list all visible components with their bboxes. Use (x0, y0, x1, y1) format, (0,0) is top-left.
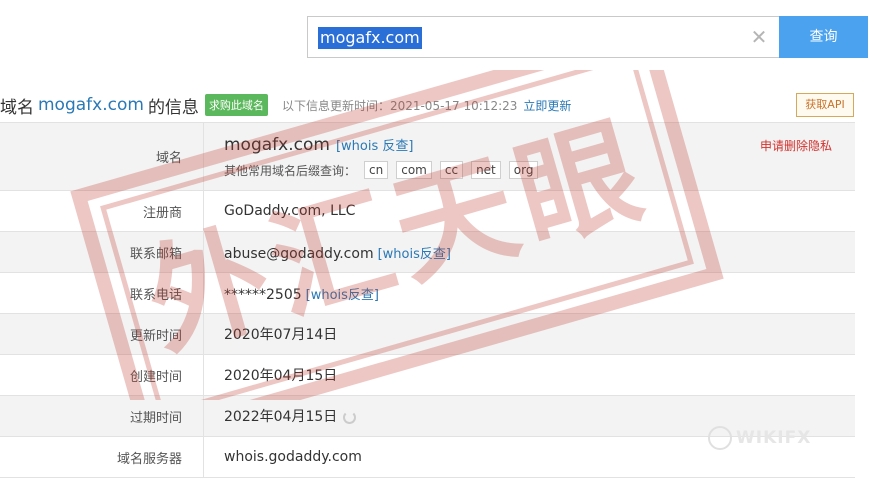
table-row-updated: 更新时间 2020年07月14日 (0, 314, 855, 355)
heading-suffix: 的信息 (147, 97, 199, 118)
row-value: whois.godaddy.com (224, 449, 362, 465)
tld-net-link[interactable]: net (471, 161, 501, 179)
row-label: 注册商 (0, 191, 204, 231)
whois-reverse-link[interactable]: [whois 反查] (336, 135, 414, 154)
row-value: 2020年04月15日 (224, 368, 338, 384)
row-label: 联系邮箱 (0, 232, 204, 272)
get-api-button[interactable]: 获取API (796, 93, 854, 117)
remove-privacy-link[interactable]: 申请删除隐私 (760, 137, 832, 154)
buy-domain-button[interactable]: 求购此域名 (204, 94, 268, 116)
tld-org-link[interactable]: org (508, 161, 539, 179)
row-label: 过期时间 (0, 396, 204, 436)
row-value: abuse@godaddy.com [whois反查] (204, 232, 451, 272)
email-value: abuse@godaddy.com (224, 245, 374, 262)
row-label: 创建时间 (0, 355, 204, 395)
wikifx-watermark: WIKIFX (736, 428, 812, 448)
table-row-created: 创建时间 2020年04月15日 (0, 355, 855, 396)
domain-line: mogafx.com [whois 反查] (224, 135, 538, 155)
table-row-phone: 联系电话 ******2505 [whois反查] (0, 273, 855, 314)
heading-domain-link[interactable]: mogafx.com (38, 95, 144, 115)
phone-value: ******2505 (224, 286, 302, 303)
tld-com-link[interactable]: com (396, 161, 432, 179)
row-value: 2020年07月14日 (224, 327, 338, 343)
email-whois-link[interactable]: [whois反查] (378, 247, 451, 262)
update-time-text: 以下信息更新时间：2021-05-17 10:12:23 (281, 98, 518, 113)
heading-prefix: 域名 (0, 97, 34, 118)
table-row-email: 联系邮箱 abuse@godaddy.com [whois反查] (0, 232, 855, 273)
row-label: 联系电话 (0, 273, 204, 313)
expires-value: 2022年04月15日 (224, 409, 338, 425)
tld-cn-link[interactable]: cn (364, 161, 389, 179)
update-now-link[interactable]: 立即更新 (523, 97, 571, 114)
table-row-registrar: 注册商 GoDaddy.com, LLC (0, 191, 855, 232)
row-value: mogafx.com [whois 反查] 其他常用域名后缀查询： cn com… (204, 123, 539, 190)
row-value: GoDaddy.com, LLC (224, 203, 356, 219)
row-label: 更新时间 (0, 314, 204, 354)
search-box[interactable]: mogafx.com ✕ (307, 16, 779, 58)
row-label: 域名 (0, 123, 204, 190)
close-icon[interactable]: ✕ (749, 27, 769, 47)
table-row-domain: 域名 mogafx.com [whois 反查] 其他常用域名后缀查询： cn … (0, 123, 855, 191)
row-value: 2022年04月15日 (204, 396, 357, 436)
phone-whois-link[interactable]: [whois反查] (306, 288, 379, 303)
row-label: 域名服务器 (0, 437, 204, 477)
search-input-value[interactable]: mogafx.com (318, 27, 422, 49)
tld-cc-link[interactable]: cc (439, 161, 464, 179)
whois-table: 域名 mogafx.com [whois 反查] 其他常用域名后缀查询： cn … (0, 122, 855, 478)
page-heading: 域名 mogafx.com 的信息 求购此域名 以下信息更新时间：2021-05… (0, 92, 571, 118)
domain-name: mogafx.com (224, 135, 330, 155)
tld-prompt: 其他常用域名后缀查询： (224, 163, 357, 178)
refresh-spinner-icon[interactable] (343, 410, 357, 424)
wikifx-logo-icon (708, 426, 732, 450)
row-value: ******2505 [whois反查] (204, 273, 379, 313)
tld-line: 其他常用域名后缀查询： cn com cc net org (224, 161, 539, 179)
search-button[interactable]: 查询 (779, 16, 868, 58)
